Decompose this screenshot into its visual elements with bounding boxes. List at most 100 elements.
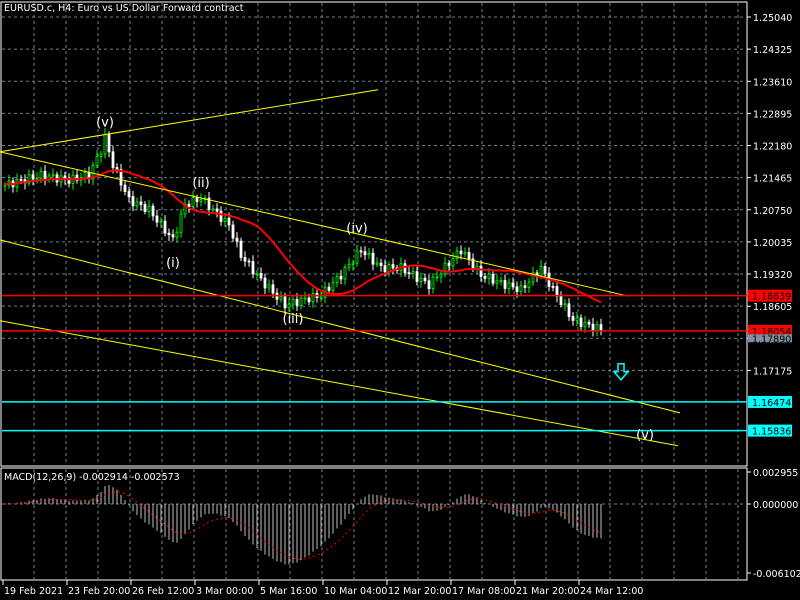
candle-body	[291, 298, 295, 305]
macd-pane-frame	[0, 467, 748, 581]
trendline	[0, 89, 379, 153]
candle-body	[567, 303, 571, 317]
price-chart[interactable]: 1.25040 1.24325 1.23610 1.22895 1.22180 1.214…	[0, 0, 800, 600]
candle-body	[215, 208, 219, 212]
candle-body	[35, 177, 39, 180]
candle-body	[211, 208, 215, 211]
candle-body	[227, 217, 231, 226]
candle-body	[415, 271, 419, 282]
y-tick-label: 1.22180	[753, 142, 792, 153]
candle-body	[167, 232, 171, 236]
candle-body	[575, 317, 579, 321]
candle-body	[571, 316, 575, 321]
candle-body	[95, 156, 99, 166]
candle-body	[199, 199, 203, 202]
candle-body	[391, 264, 395, 269]
candle-body	[411, 271, 415, 274]
x-tick-label: 21 Mar 20:00	[516, 586, 579, 597]
candle-body	[99, 153, 103, 157]
candle-body	[139, 201, 143, 205]
candle-body	[367, 252, 371, 256]
candle-body	[219, 210, 223, 222]
candle-body	[155, 215, 159, 223]
candle-body	[239, 240, 243, 258]
candle-body	[343, 266, 347, 280]
candle-body	[435, 276, 439, 279]
candle-body	[491, 273, 495, 284]
y-tick-label: 1.24325	[753, 45, 792, 56]
target-price-label: 1.16474	[752, 398, 791, 409]
candle-body	[103, 134, 107, 155]
candle-body	[463, 252, 467, 255]
x-tick-label: 19 Feb 2021	[4, 586, 63, 597]
candle-body	[443, 262, 447, 275]
candle-body	[455, 250, 459, 259]
candle-body	[255, 273, 259, 275]
candle-body	[83, 172, 87, 179]
candle-body	[307, 297, 311, 303]
candle-body	[231, 224, 235, 239]
candle-body	[19, 179, 23, 181]
macd-signal-line	[4, 490, 602, 560]
candle-body	[595, 324, 599, 332]
candle-body	[127, 191, 131, 197]
candle-body	[311, 293, 315, 303]
candle-body	[279, 296, 283, 300]
y-tick-label: 1.23610	[753, 77, 792, 88]
candle-body	[579, 317, 583, 328]
candle-body	[431, 276, 435, 290]
y-tick-label: 1.20750	[753, 206, 792, 217]
candle-body	[283, 296, 287, 309]
candle-body	[427, 280, 431, 290]
macd-y-tick-label: 0.000000	[753, 500, 798, 511]
candle-body	[555, 286, 559, 297]
y-tick-label: 1.22895	[753, 109, 792, 120]
candle-body	[487, 273, 491, 279]
candle-body	[179, 213, 183, 233]
candle-body	[363, 251, 367, 256]
candle-body	[143, 204, 147, 212]
candle-body	[407, 272, 411, 275]
candle-body	[527, 281, 531, 288]
candle-body	[423, 277, 427, 282]
wave-label: (iv)	[346, 222, 367, 237]
candle-body	[235, 237, 239, 242]
y-tick-label: 1.21465	[753, 174, 792, 185]
candle-body	[451, 258, 455, 267]
macd-y-tick-label: -0.006102	[753, 569, 800, 580]
candle-body	[591, 323, 595, 332]
candle-body	[359, 250, 363, 253]
candle-body	[191, 197, 195, 207]
macd-label: MACD(12,26,9) -0.002914 -0.002573	[4, 472, 180, 483]
support-price-label: 1.18839	[752, 292, 791, 303]
candle-body	[107, 134, 111, 153]
candle-body	[539, 266, 543, 277]
candle-body	[263, 277, 267, 289]
candle-body	[51, 174, 55, 177]
candle-body	[599, 324, 603, 332]
candle-body	[259, 273, 263, 279]
candle-body	[135, 201, 139, 207]
candle-body	[379, 262, 383, 266]
candle-body	[31, 174, 35, 180]
target-price-label: 1.15836	[752, 427, 791, 438]
candle-body	[503, 280, 507, 289]
y-tick-label: 1.17175	[753, 366, 792, 377]
main-pane-frame	[0, 1, 748, 467]
candle-body	[519, 285, 523, 293]
x-tick-label: 17 Mar 08:00	[452, 586, 515, 597]
macd-y-tick-label: 0.002955	[753, 468, 798, 479]
candle-body	[559, 295, 563, 305]
y-tick-label: 1.18605	[753, 302, 792, 313]
x-tick-label: 5 Mar 16:00	[260, 586, 317, 597]
candle-body	[303, 297, 307, 300]
candle-body	[175, 231, 179, 238]
candle-body	[351, 262, 355, 265]
candle-body	[507, 282, 511, 289]
candle-body	[467, 252, 471, 260]
candle-body	[115, 167, 119, 170]
wave-label: (v)	[636, 428, 654, 443]
candles	[3, 128, 603, 337]
candle-body	[287, 303, 291, 309]
candle-body	[551, 285, 555, 288]
